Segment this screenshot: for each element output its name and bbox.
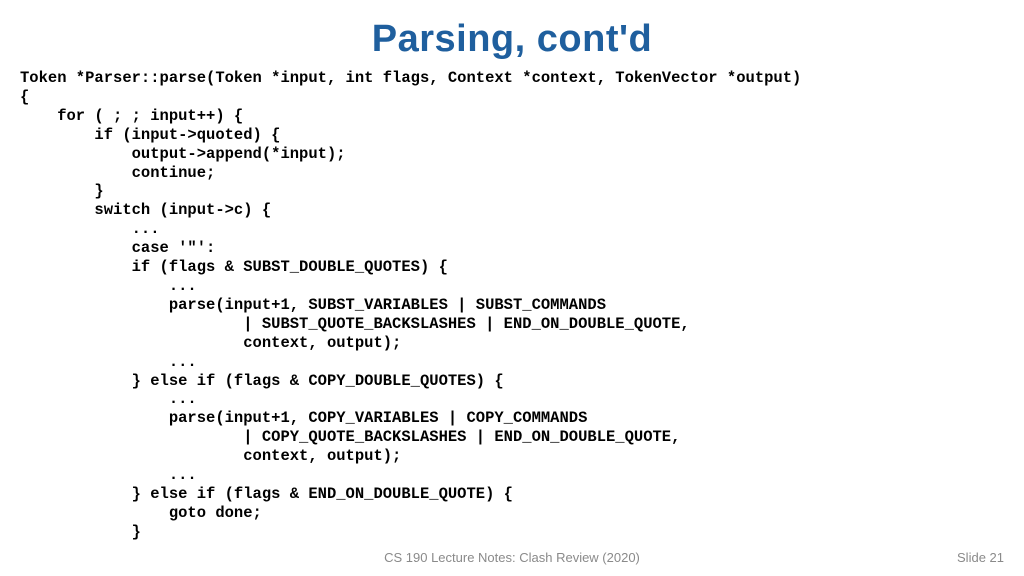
slide-title: Parsing, cont'd [20, 18, 1004, 61]
code-block: Token *Parser::parse(Token *input, int f… [20, 69, 1004, 542]
footer-center-text: CS 190 Lecture Notes: Clash Review (2020… [0, 550, 1024, 565]
slide-footer: CS 190 Lecture Notes: Clash Review (2020… [0, 550, 1024, 570]
slide: Parsing, cont'd Token *Parser::parse(Tok… [0, 0, 1024, 576]
footer-right-text: Slide 21 [957, 550, 1004, 565]
